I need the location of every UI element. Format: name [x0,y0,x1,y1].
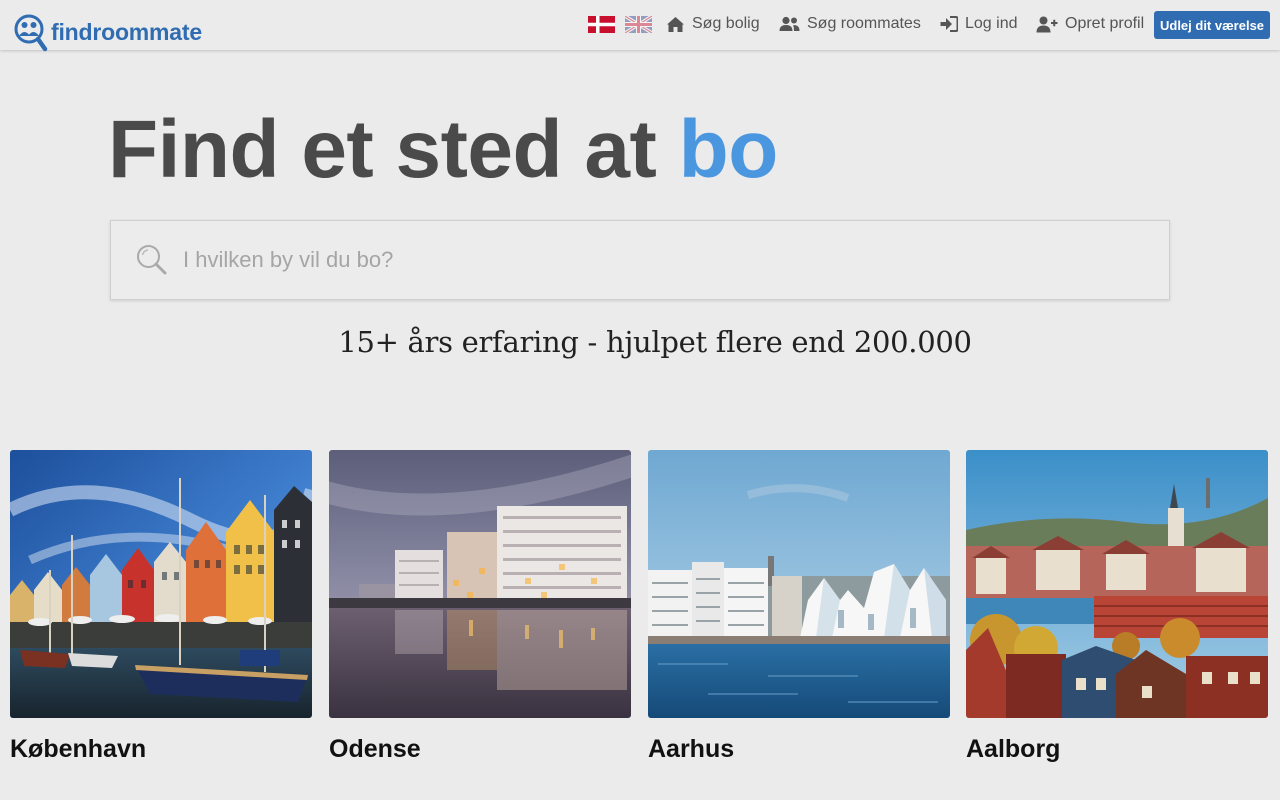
nav-search-roommates[interactable]: Søg roommates [779,13,921,35]
user-plus-icon [1036,16,1058,32]
sign-in-icon [940,16,958,32]
city-name: Aalborg [966,735,1061,763]
nav-search-housing[interactable]: Søg bolig [666,13,760,35]
hero-title-accent: bo [678,104,779,195]
city-photo-odense [329,450,631,718]
city-name: Aarhus [648,735,735,763]
hero-title: Find et sted at bo [108,100,778,200]
logo[interactable]: findroommate [14,12,202,52]
city-search-box [110,220,1170,300]
flag-denmark-icon[interactable] [588,16,615,33]
flag-uk-icon[interactable] [625,16,652,33]
nav-link-label: Opret profil [1065,15,1145,32]
city-card-copenhagen[interactable]: København [10,450,312,764]
city-name: København [10,735,147,763]
navbar: findroommate Søg bolig Søg roommates Log… [0,0,1280,52]
city-photo-aarhus [648,450,950,718]
tagline: 15+ års erfaring - hjulpet flere end 200… [338,325,972,359]
city-card-aarhus[interactable]: Aarhus [648,450,950,764]
city-photo-copenhagen [10,450,312,718]
users-icon [779,16,800,31]
nav-link-label: Log ind [965,15,1018,32]
nav-login[interactable]: Log ind [940,13,1018,35]
search-icon [137,245,167,275]
people-magnifier-icon [14,14,48,52]
brand-name: findroommate [51,18,202,45]
nav-link-label: Søg bolig [692,15,760,32]
nav-link-label: Søg roommates [807,15,921,32]
city-photo-aalborg [966,450,1268,718]
hero-title-main: Find et sted at [108,104,657,195]
home-icon [667,16,684,32]
rent-out-room-button[interactable]: Udlej dit værelse [1154,11,1270,39]
city-card-aalborg[interactable]: Aalborg [966,450,1268,764]
city-card-odense[interactable]: Odense [329,450,631,764]
city-name: Odense [329,735,421,763]
nav-create-profile[interactable]: Opret profil [1036,13,1144,35]
city-search-input[interactable] [181,221,1161,299]
